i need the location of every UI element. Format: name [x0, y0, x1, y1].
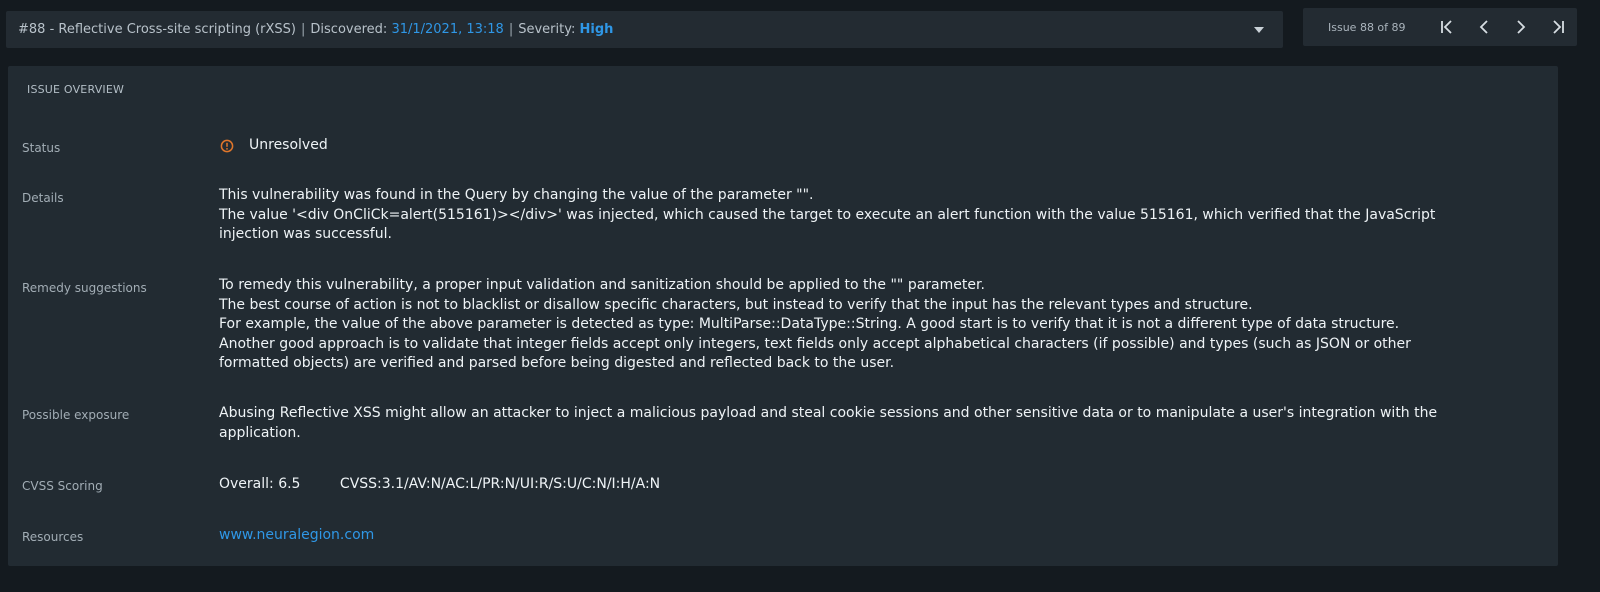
status-text: Unresolved [249, 137, 328, 153]
section-title: ISSUE OVERVIEW [27, 83, 125, 96]
remedy-value: To remedy this vulnerability, a proper i… [219, 276, 1444, 374]
chevron-down-icon[interactable] [1254, 26, 1264, 33]
warning-circle-icon [220, 139, 234, 153]
chevron-left-icon [1479, 20, 1488, 34]
exposure-value: Abusing Reflective XSS might allow an at… [219, 405, 1438, 441]
separator: | [508, 22, 514, 37]
resources-label: Resources [22, 530, 84, 544]
cvss-overall: Overall: 6.5 [219, 476, 301, 492]
details-line: The value '<div OnCliCk=alert(515161)></… [219, 206, 1436, 243]
details-value: This vulnerability was found in the Quer… [219, 186, 1444, 245]
next-page-button[interactable] [1503, 8, 1540, 46]
discovered-date: 31/1/2021, 13:18 [391, 22, 504, 37]
issue-pager: Issue 88 of 89 [1303, 8, 1577, 46]
cvss-vector: CVSS:3.1/AV:N/AC:L/PR:N/UI:R/S:U/C:N/I:H… [339, 476, 661, 492]
issue-count: Issue 88 of 89 [1328, 20, 1406, 34]
previous-page-button[interactable] [1466, 8, 1503, 46]
discovered-label: Discovered: [310, 22, 388, 37]
resources-value: www.neuralegion.com [219, 526, 1444, 546]
severity-label: Severity: [518, 22, 576, 37]
issue-overview-panel: ISSUE OVERVIEW Status Unresolved Details… [8, 66, 1558, 566]
remedy-label: Remedy suggestions [22, 281, 147, 295]
severity-value: High [579, 22, 614, 37]
last-page-button[interactable] [1540, 8, 1577, 46]
first-page-button[interactable] [1429, 8, 1466, 46]
remedy-line: To remedy this vulnerability, a proper i… [219, 277, 985, 293]
status-value: Unresolved [219, 136, 1444, 156]
status-label: Status [22, 141, 61, 155]
exposure-label: Possible exposure [22, 408, 130, 422]
chevron-right-icon [1517, 20, 1526, 34]
remedy-line: For example, the value of the above para… [219, 316, 1400, 332]
first-page-icon [1441, 20, 1452, 34]
issue-title: #88 - Reflective Cross-site scripting (r… [18, 22, 297, 37]
last-page-icon [1553, 20, 1565, 34]
issue-selector-dropdown[interactable]: #88 - Reflective Cross-site scripting (r… [6, 11, 1283, 48]
cvss-label: CVSS Scoring [22, 479, 103, 493]
separator: | [301, 22, 306, 37]
remedy-line: Another good approach is to validate tha… [219, 335, 1411, 372]
cvss-value: Overall: 6.5 CVSS:3.1/AV:N/AC:L/PR:N/UI:… [219, 475, 1444, 495]
details-label: Details [22, 191, 64, 205]
remedy-line: The best course of action is not to blac… [219, 296, 1253, 313]
resource-link[interactable]: www.neuralegion.com [219, 527, 374, 543]
details-line: This vulnerability was found in the Quer… [219, 187, 814, 203]
